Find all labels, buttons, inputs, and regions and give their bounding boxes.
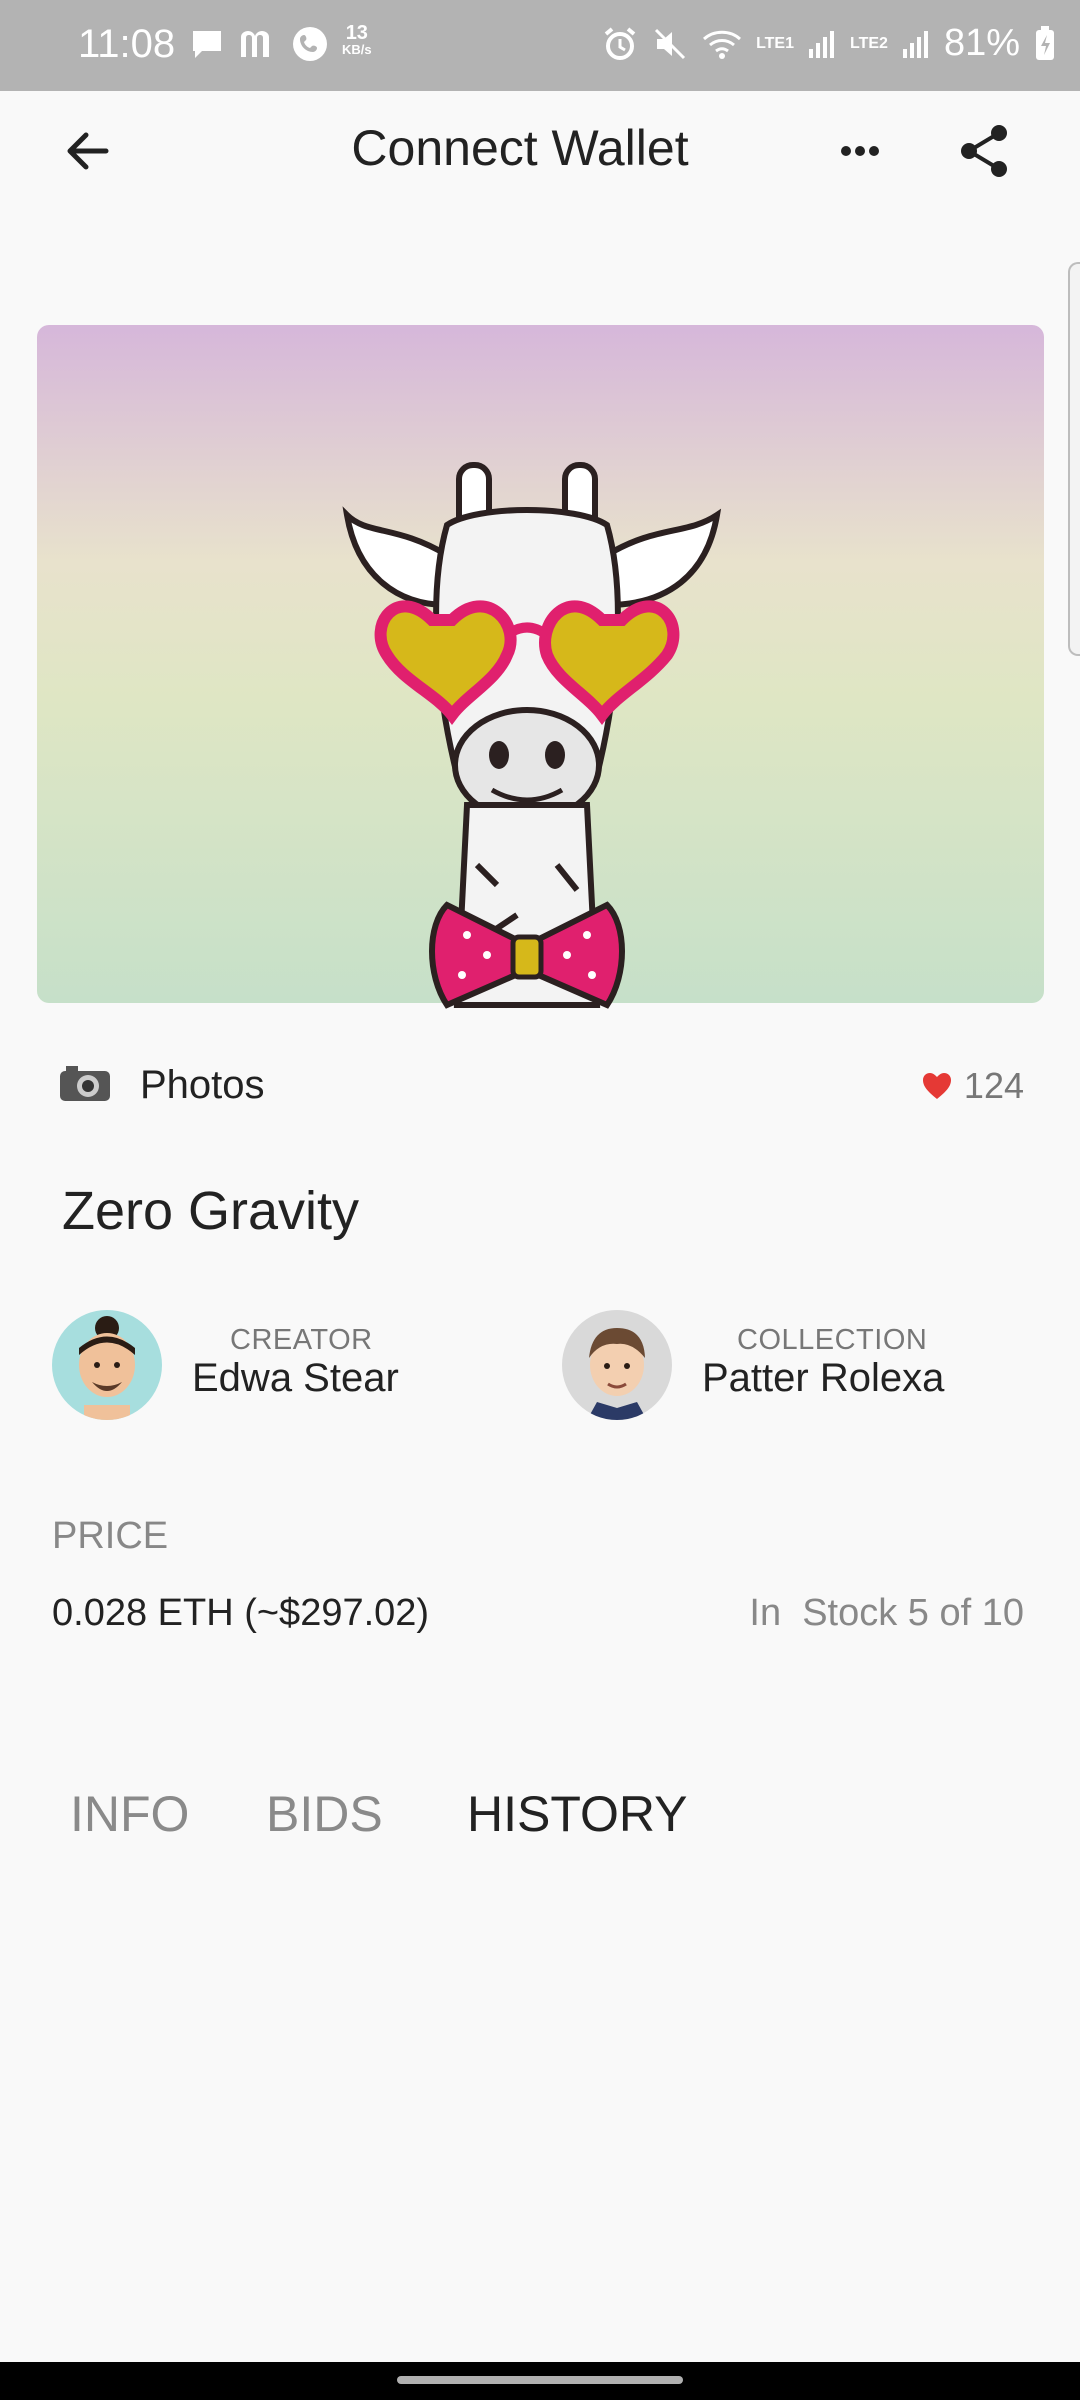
- creator-name: Edwa Stear: [192, 1356, 399, 1400]
- creator-label: CREATOR: [230, 1324, 373, 1356]
- more-options-button[interactable]: [830, 121, 890, 181]
- nft-artwork[interactable]: [37, 325, 1044, 1009]
- battery-charging-icon: [1036, 25, 1054, 60]
- heart-icon: [922, 1073, 951, 1099]
- edge-panel-handle[interactable]: [1068, 262, 1080, 656]
- category-row: Photos 124: [58, 1055, 1024, 1115]
- alarm-icon: [604, 26, 636, 60]
- network-speed-value: 13: [345, 22, 368, 44]
- share-icon: [961, 125, 1007, 177]
- wifi-icon: [703, 30, 742, 59]
- share-button[interactable]: [955, 121, 1015, 181]
- system-icons: LTE1 LTE2 81%: [602, 22, 1056, 65]
- camera-icon: [60, 1066, 110, 1101]
- sim2-label: LTE2: [850, 34, 888, 52]
- giraffe-illustration: [342, 462, 722, 1009]
- collection-name: Patter Rolexa: [702, 1356, 945, 1400]
- creator-avatar-image: [52, 1310, 162, 1420]
- stock-status: In Stock 5 of 10: [749, 1592, 1024, 1634]
- collection-avatar-image: [562, 1310, 672, 1420]
- sim1-label: LTE1: [756, 34, 794, 52]
- tab-bids[interactable]: BIDS: [266, 1785, 383, 1843]
- message-icon: [193, 31, 221, 58]
- notification-icons: 13 KB/s: [190, 23, 372, 62]
- mute-icon: [655, 28, 686, 59]
- status-bar: 11:08 13 KB/s LTE1 LTE2 81%: [0, 0, 1080, 91]
- tab-history[interactable]: HISTORY: [467, 1785, 687, 1843]
- system-navigation-bar: [0, 2362, 1080, 2400]
- collection-block[interactable]: COLLECTION Patter Rolexa: [562, 1310, 1032, 1420]
- m-app-icon: [241, 31, 269, 57]
- more-horizontal-icon: [841, 146, 879, 156]
- home-gesture-handle[interactable]: [397, 2376, 683, 2384]
- top-app-bar: Connect Wallet: [0, 91, 1080, 207]
- network-speed: 13 KB/s: [342, 23, 372, 57]
- price-label: PRICE: [52, 1515, 169, 1557]
- tab-info[interactable]: INFO: [70, 1785, 189, 1843]
- network-speed-unit: KB/s: [342, 42, 372, 57]
- creator-block[interactable]: CREATOR Edwa Stear: [52, 1310, 472, 1420]
- nft-title: Zero Gravity: [62, 1181, 360, 1241]
- signal-icon: [809, 30, 834, 58]
- status-time: 11:08: [78, 22, 176, 66]
- like-count: 124: [963, 1065, 1024, 1106]
- category-label[interactable]: Photos: [140, 1063, 265, 1108]
- phone-icon: [293, 27, 327, 61]
- signal-icon: [902, 30, 928, 58]
- like-button[interactable]: 124: [922, 1065, 1024, 1107]
- battery-percent: 81%: [943, 22, 1020, 64]
- creator-avatar: [52, 1310, 162, 1420]
- collection-avatar: [562, 1310, 672, 1420]
- price-value: 0.028 ETH (~$297.02): [52, 1592, 430, 1634]
- collection-label: COLLECTION: [737, 1324, 928, 1356]
